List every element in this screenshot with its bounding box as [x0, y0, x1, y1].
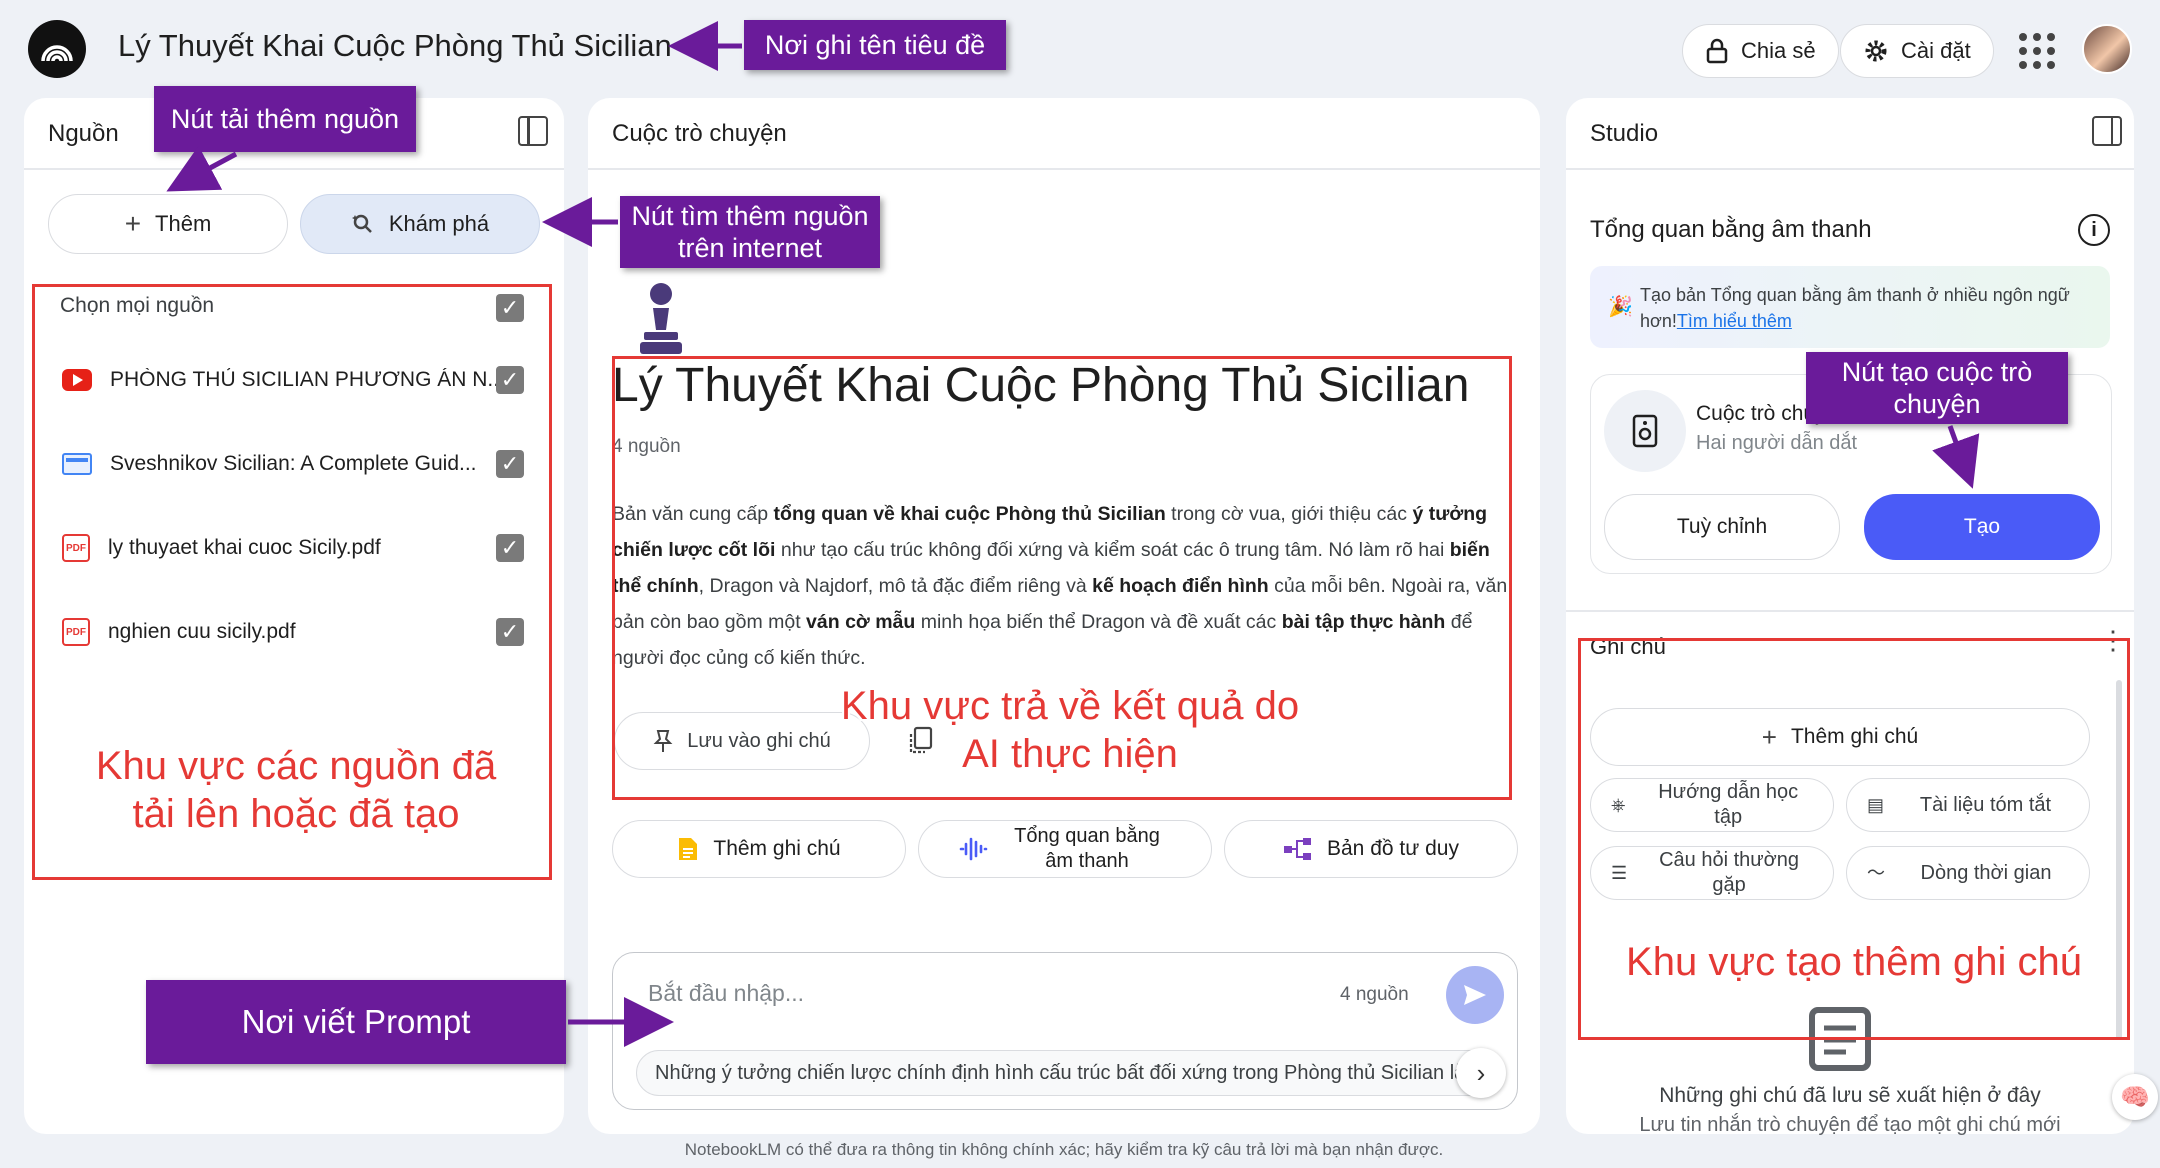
- settings-label: Cài đặt: [1901, 38, 1971, 63]
- learn-more-link[interactable]: Tìm hiểu thêm: [1677, 311, 1792, 331]
- conversation-subtitle: Hai người dẫn dắt: [1696, 432, 1858, 454]
- create-conversation-callout: Nút tạo cuộc trò chuyện: [1806, 352, 2068, 424]
- add-source-label: Thêm: [155, 211, 212, 236]
- discover-label: Khám phá: [388, 211, 490, 236]
- gear-icon: [1865, 40, 1887, 62]
- settings-button[interactable]: Cài đặt: [1840, 24, 1994, 78]
- customize-button[interactable]: Tuỳ chỉnh: [1604, 494, 1840, 560]
- add-source-button[interactable]: + Thêm: [48, 194, 288, 254]
- customize-label: Tuỳ chỉnh: [1676, 515, 1768, 538]
- chat-title: Cuộc trò chuyện: [612, 120, 787, 147]
- discover-search-icon: [351, 214, 372, 233]
- notes-area-label: Khu vực tạo thêm ghi chú: [1626, 940, 2082, 984]
- ai-area-label: Khu vực trả về kết quả do AI thực hiện: [840, 684, 1300, 776]
- speaker-icon: [1604, 390, 1686, 472]
- create-label: Tạo: [1963, 515, 2001, 538]
- studio-title: Studio: [1590, 120, 1659, 147]
- next-suggestion-icon[interactable]: ›: [1456, 1048, 1506, 1098]
- sources-area-label: Khu vực các nguồn đã tải lên hoặc đã tạo: [95, 744, 497, 836]
- create-button[interactable]: Tạo: [1864, 494, 2100, 560]
- mind-map-action[interactable]: Bản đồ tư duy: [1224, 820, 1518, 878]
- share-label: Chia sẻ: [1741, 38, 1816, 63]
- notebooklm-logo[interactable]: [28, 20, 86, 78]
- info-icon[interactable]: i: [2078, 214, 2110, 246]
- mind-map-icon: [1284, 838, 1311, 860]
- send-icon: [1464, 985, 1486, 1005]
- apps-grid-icon[interactable]: [2016, 30, 2058, 72]
- audio-overview-action-label: Tổng quan bằng âm thanh: [1014, 825, 1160, 872]
- empty-notes-subtitle: Lưu tin nhắn trò chuyện để tạo một ghi c…: [1639, 1114, 2061, 1136]
- assistant-icon[interactable]: 🧠: [2112, 1074, 2158, 1120]
- suggestion-chip[interactable]: Những ý tưởng chiến lược chính định hình…: [636, 1050, 1492, 1096]
- prompt-callout: Nơi viết Prompt: [146, 980, 566, 1064]
- plus-icon: +: [124, 208, 142, 239]
- sources-title: Nguồn: [48, 120, 119, 147]
- audio-wave-icon: [959, 837, 988, 861]
- title-callout: Nơi ghi tên tiêu đề: [744, 20, 1006, 70]
- audio-banner-text: Tạo bản Tổng quan bằng âm thanh ở nhiều …: [1640, 285, 2070, 331]
- note-icon: [679, 838, 698, 860]
- party-icon: 🎉: [1608, 296, 1633, 318]
- discover-callout: Nút tìm thêm nguồn trên internet: [620, 196, 880, 268]
- chat-input-placeholder[interactable]: Bắt đầu nhập...: [648, 980, 804, 1007]
- suggestion-text: Những ý tưởng chiến lược chính định hình…: [655, 1061, 1492, 1084]
- disclaimer: NotebookLM có thể đưa ra thông tin không…: [684, 1140, 1444, 1159]
- logo-icon: [41, 45, 73, 62]
- audio-overview-action[interactable]: Tổng quan bằng âm thanh: [918, 820, 1212, 878]
- add-note-action[interactable]: Thêm ghi chú: [612, 820, 906, 878]
- input-source-count: 4 nguồn: [1340, 984, 1409, 1005]
- chess-pawn-icon: [640, 283, 682, 354]
- lock-icon: [1706, 38, 1728, 64]
- send-button[interactable]: [1446, 966, 1504, 1024]
- empty-notes-title: Những ghi chú đã lưu sẽ xuất hiện ở đây: [1659, 1084, 2041, 1107]
- mind-map-action-label: Bản đồ tư duy: [1327, 837, 1459, 860]
- collapse-sources-icon[interactable]: [518, 116, 548, 146]
- add-source-callout: Nút tải thêm nguồn: [154, 86, 416, 152]
- notebook-title[interactable]: Lý Thuyết Khai Cuộc Phòng Thủ Sicilian: [118, 28, 672, 64]
- collapse-studio-icon[interactable]: [2092, 116, 2122, 146]
- discover-button[interactable]: Khám phá: [300, 194, 540, 254]
- audio-overview-title: Tổng quan bằng âm thanh: [1590, 216, 1872, 243]
- add-note-action-label: Thêm ghi chú: [713, 837, 841, 860]
- share-button[interactable]: Chia sẻ: [1682, 24, 1839, 78]
- avatar[interactable]: [2082, 24, 2132, 74]
